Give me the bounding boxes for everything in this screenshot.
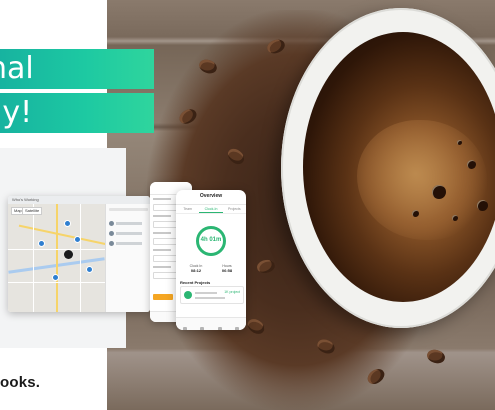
- road: [80, 204, 81, 312]
- bubble: [432, 185, 446, 199]
- stat-clock-in: Clock In 08:12: [189, 264, 203, 273]
- home-icon: [182, 327, 187, 330]
- desktop-map-window: Who's Working Map Satellite: [8, 196, 150, 312]
- section-title: Recent Projects: [180, 280, 211, 285]
- tab-bar-item[interactable]: [229, 318, 247, 330]
- bubble: [412, 210, 419, 217]
- tab-bar-item[interactable]: [211, 318, 229, 330]
- headline-line-1: nal: [0, 51, 34, 86]
- list-header: [109, 208, 148, 211]
- road: [8, 249, 105, 250]
- avatar: [109, 241, 114, 247]
- map-pin-icon[interactable]: [74, 236, 81, 243]
- brand-wordmark: ooks.: [0, 374, 41, 391]
- submit-button[interactable]: [153, 294, 173, 300]
- project-icon: [184, 291, 192, 299]
- project-card[interactable]: 1K project: [180, 286, 244, 304]
- bubble: [457, 140, 462, 145]
- highway: [56, 204, 58, 312]
- project-amount: 1K project: [224, 290, 240, 294]
- tab-projects[interactable]: Projects: [223, 205, 246, 213]
- headline-line-2: ay!: [0, 95, 33, 130]
- list-item[interactable]: [109, 215, 148, 227]
- list-icon: [217, 327, 222, 330]
- tab-team[interactable]: Team: [176, 205, 199, 213]
- list-item[interactable]: [109, 225, 148, 237]
- promo-banner: nal ay! Who's Working Map Satellite: [0, 0, 495, 410]
- selected-pin-icon[interactable]: [64, 250, 73, 259]
- screen-title: Overview: [199, 193, 223, 199]
- phone-header: Overview: [176, 190, 246, 205]
- worker-list: [105, 204, 150, 312]
- map-pin-icon[interactable]: [38, 240, 45, 247]
- phone-overview: Overview Team Clock-In Projects 4h 01m C…: [176, 190, 246, 330]
- bubble: [452, 215, 458, 221]
- tab-bar-item[interactable]: [176, 318, 194, 330]
- map-view[interactable]: Map Satellite: [8, 204, 108, 312]
- map-pin-icon[interactable]: [64, 220, 71, 227]
- satellite-type-button[interactable]: Satellite: [22, 207, 43, 215]
- map-pin-icon[interactable]: [86, 266, 93, 273]
- tab-bar-item[interactable]: [194, 318, 212, 330]
- tab-bar: [176, 317, 246, 330]
- timer-ring: 4h 01m: [196, 226, 226, 256]
- map-pin-icon[interactable]: [52, 274, 59, 281]
- headline-band-2: ay!: [0, 93, 154, 133]
- clock-icon: [200, 327, 205, 330]
- tab-clock-in[interactable]: Clock-In: [199, 205, 223, 213]
- window-title: Who's Working: [8, 196, 150, 204]
- bubble: [467, 160, 476, 169]
- bubble: [477, 200, 488, 211]
- list-item[interactable]: [109, 235, 148, 247]
- road: [33, 204, 34, 312]
- timer-value: 4h 01m: [200, 237, 222, 243]
- segmented-tabs: Team Clock-In Projects: [176, 205, 246, 214]
- stat-hours: Hours 06:58: [221, 264, 233, 273]
- headline-band-1: nal: [0, 49, 154, 89]
- road: [8, 282, 105, 283]
- menu-icon: [235, 327, 240, 330]
